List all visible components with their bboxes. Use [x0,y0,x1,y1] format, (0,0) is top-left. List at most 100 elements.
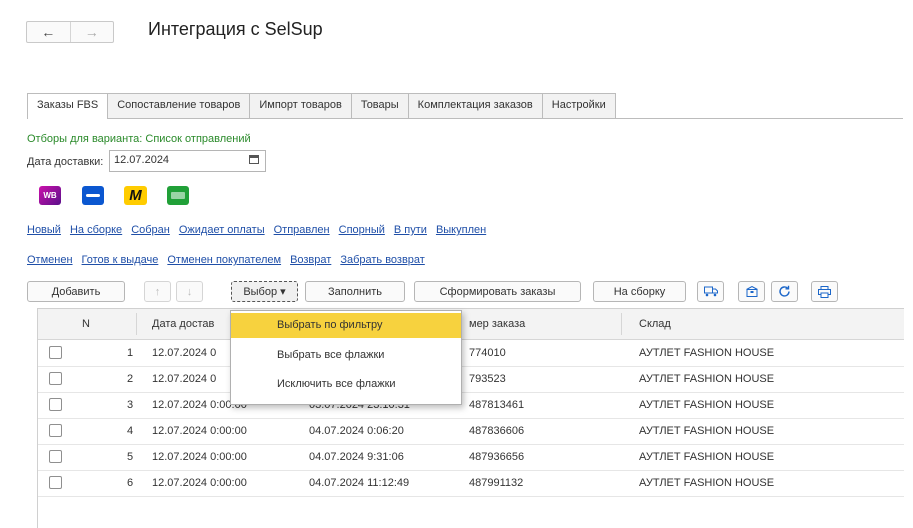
menu-item-select-by-filter[interactable]: Выбрать по фильтру [231,313,461,338]
table-header: N Дата достав мер заказа Склад [38,309,904,340]
delivery-date-input[interactable]: 12.07.2024 [109,150,266,172]
row-checkbox[interactable] [49,450,62,463]
refresh-icon [779,285,790,297]
print-icon [818,286,831,298]
row-created-date: 04.07.2024 11:12:49 [309,477,410,489]
move-down-button[interactable]: ↓ [176,281,203,302]
refresh-button[interactable] [771,281,798,302]
status-link-disputed[interactable]: Спорный [339,224,385,236]
menu-item-clear-all-flags[interactable]: Исключить все флажки [231,372,461,397]
tab-bar: Заказы FBS Сопоставление товаров Импорт … [27,93,903,119]
menu-item-select-all-flags[interactable]: Выбрать все флажки [231,343,461,368]
status-link-ready-for-pickup[interactable]: Готов к выдаче [82,254,159,266]
tab-fbs-orders[interactable]: Заказы FBS [27,93,109,119]
status-link-bought-out[interactable]: Выкуплен [436,224,486,236]
row-created-date: 04.07.2024 9:31:06 [309,451,404,463]
row-checkbox[interactable] [49,372,62,385]
form-orders-button[interactable]: Сформировать заказы [414,281,581,302]
status-link-assembling[interactable]: На сборке [70,224,122,236]
box-icon [745,285,758,297]
row-order-number: 487936656 [469,451,525,463]
table-row[interactable]: 3 12.07.2024 0:00:00 03.07.2024 23:10:31… [38,392,904,419]
row-delivery-date: 12.07.2024 0:00:00 [152,451,247,463]
tab-order-assembly[interactable]: Комплектация заказов [407,93,543,118]
print-button[interactable] [811,281,838,302]
wildberries-logo[interactable]: WB [39,186,61,205]
table-row[interactable]: 6 12.07.2024 0:00:00 04.07.2024 11:12:49… [38,470,904,497]
forward-arrow-icon[interactable]: → [69,22,114,42]
header-order-number[interactable]: мер заказа [469,318,525,330]
row-delivery-date: 12.07.2024 0:00:00 [152,477,247,489]
row-number: 6 [127,477,134,489]
add-button[interactable]: Добавить [27,281,125,302]
row-warehouse: АУТЛЕТ FASHION HOUSE [639,347,775,359]
row-number: 5 [127,451,134,463]
row-checkbox[interactable] [49,398,62,411]
page-title: Интеграция с SelSup [148,19,323,39]
delivery-date-label: Дата доставки: [27,156,104,168]
row-warehouse: АУТЛЕТ FASHION HOUSE [639,399,775,411]
row-checkbox[interactable] [49,476,62,489]
row-created-date: 04.07.2024 0:06:20 [309,425,404,437]
ozon-logo[interactable] [82,186,104,205]
header-delivery-date[interactable]: Дата достав [152,318,214,330]
package-button[interactable] [738,281,765,302]
row-order-number: 487991132 [469,477,524,489]
status-link-return[interactable]: Возврат [290,254,331,266]
to-assembly-button[interactable]: На сборку [593,281,686,302]
status-link-new[interactable]: Новый [27,224,61,236]
row-delivery-date: 12.07.2024 0 [152,347,217,359]
tab-products[interactable]: Товары [350,93,409,118]
row-order-number: 487836606 [469,425,525,437]
row-checkbox[interactable] [49,346,62,359]
row-warehouse: АУТЛЕТ FASHION HOUSE [639,477,775,489]
row-warehouse: АУТЛЕТ FASHION HOUSE [639,451,775,463]
table-row[interactable]: 1 12.07.2024 0 774010 АУТЛЕТ FASHION HOU… [38,340,904,367]
row-delivery-date: 12.07.2024 0 [152,373,217,385]
status-link-pick-up-return[interactable]: Забрать возврат [340,254,425,266]
status-link-in-transit[interactable]: В пути [394,224,427,236]
status-links-row-2: Отменен Готов к выдаче Отменен покупател… [27,254,434,266]
row-warehouse: АУТЛЕТ FASHION HOUSE [639,373,775,385]
row-number: 2 [127,373,134,385]
status-link-cancelled-by-buyer[interactable]: Отменен покупателем [167,254,281,266]
delivery-date-value: 12.07.2024 [114,154,170,166]
table-row[interactable]: 5 12.07.2024 0:00:00 04.07.2024 9:31:06 … [38,444,904,471]
row-checkbox[interactable] [49,424,62,437]
status-links-row-1: Новый На сборке Собран Ожидает оплаты От… [27,224,495,236]
truck-button[interactable] [697,281,724,302]
tab-product-import[interactable]: Импорт товаров [249,93,352,118]
header-warehouse[interactable]: Склад [639,318,671,330]
status-link-cancelled[interactable]: Отменен [27,254,73,266]
yandex-market-logo[interactable]: M [124,186,147,205]
orders-table: N Дата достав мер заказа Склад 1 12.07.2… [37,308,904,528]
select-button-label: Выбор [243,286,278,298]
fill-button[interactable]: Заполнить [305,281,405,302]
select-dropdown-button[interactable]: Выбор ▾ [231,281,298,302]
move-up-button[interactable]: ↑ [144,281,171,302]
select-dropdown-menu: Выбрать по фильтру Выбрать все флажки Ис… [230,310,462,405]
sbermegamarket-logo[interactable] [167,186,189,205]
tab-settings[interactable]: Настройки [541,93,616,118]
row-number: 3 [127,399,134,411]
status-link-shipped[interactable]: Отправлен [274,224,330,236]
table-row[interactable]: 4 12.07.2024 0:00:00 04.07.2024 0:06:20 … [38,418,904,445]
row-number: 1 [127,347,134,359]
tab-product-mapping[interactable]: Сопоставление товаров [107,93,251,118]
row-order-number: 793523 [469,373,506,385]
table-row[interactable]: 2 12.07.2024 0 793523 АУТЛЕТ FASHION HOU… [38,366,904,393]
row-number: 4 [127,425,134,437]
navigation-buttons: ← → [26,21,114,43]
header-n[interactable]: N [82,318,90,330]
row-order-number: 774010 [469,347,506,359]
arrow-down-icon: ↓ [186,286,193,298]
status-link-assembled[interactable]: Собран [131,224,170,236]
row-order-number: 487813461 [469,399,525,411]
status-link-awaiting-payment[interactable]: Ожидает оплаты [179,224,265,236]
chevron-down-icon: ▾ [280,286,286,298]
arrow-up-icon: ↑ [154,286,161,298]
back-arrow-icon[interactable]: ← [27,22,70,42]
filter-caption: Отборы для варианта: Список отправлений [27,133,251,145]
row-delivery-date: 12.07.2024 0:00:00 [152,425,247,437]
calendar-icon[interactable] [249,155,259,164]
